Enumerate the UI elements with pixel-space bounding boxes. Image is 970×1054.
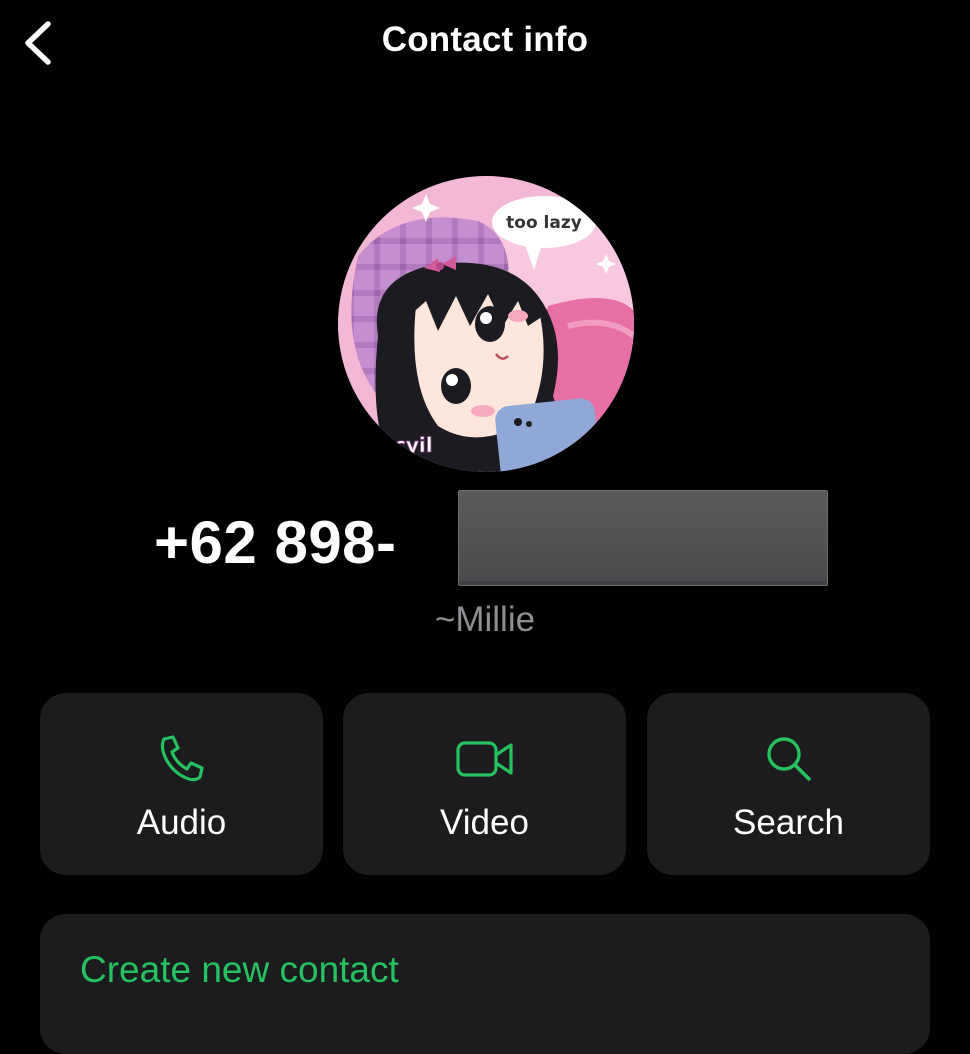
header-bar: Contact info [0, 0, 970, 90]
avatar-illustration: too lazy cyil [338, 176, 634, 472]
video-call-button[interactable]: Video [343, 693, 626, 875]
avatar-corner-text: cyil [394, 433, 433, 457]
search-button[interactable]: Search [647, 693, 930, 875]
redaction-box [458, 490, 828, 586]
video-label: Video [440, 803, 529, 842]
audio-label: Audio [136, 803, 227, 842]
create-new-contact-label: Create new contact [80, 949, 399, 990]
audio-call-button[interactable]: Audio [40, 693, 323, 875]
create-new-contact-button[interactable]: Create new contact [40, 914, 930, 1054]
action-buttons: Audio Video Search [40, 693, 930, 875]
avatar[interactable]: too lazy cyil [338, 176, 634, 472]
search-icon [766, 737, 811, 781]
phone-number-row: +62 898- [0, 488, 970, 588]
video-camera-icon [455, 741, 513, 777]
search-label: Search [733, 803, 844, 842]
contact-name: ~Millie [434, 600, 536, 639]
page-title: Contact info [381, 20, 589, 59]
avatar-bubble-text: too lazy [506, 213, 582, 233]
phone-icon [160, 735, 204, 782]
phone-number: +62 898- [154, 509, 397, 576]
